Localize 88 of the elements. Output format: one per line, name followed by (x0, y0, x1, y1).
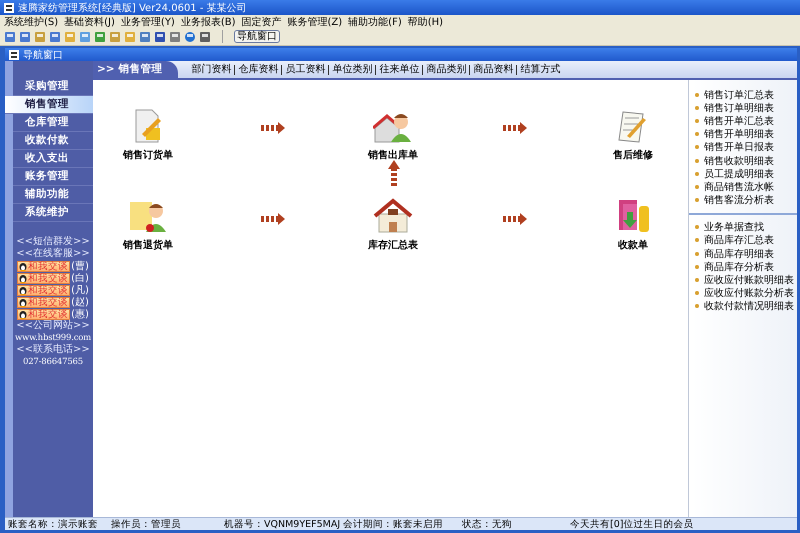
penguin-icon (19, 286, 28, 294)
sidebar-link[interactable]: <<公司网站>> (13, 320, 93, 332)
menu-item[interactable]: 系统维护(S) (4, 14, 58, 28)
bullet-icon (695, 278, 699, 282)
arrow-icon (261, 213, 285, 225)
report-link[interactable]: 销售订单明细表 (704, 100, 774, 115)
bullet-icon (695, 291, 699, 296)
bullet-icon (695, 118, 699, 123)
report-link[interactable]: 员工提成明细表 (704, 166, 774, 181)
header-link[interactable]: 员工资料 (281, 64, 328, 74)
bullet-icon (695, 92, 699, 97)
bullet-icon (695, 158, 699, 163)
contact-name: (白) (71, 272, 89, 285)
header-link[interactable]: 往来单位 (375, 64, 422, 74)
bullet-icon (695, 132, 699, 136)
sidebar-link[interactable]: <<联系电话>> (13, 344, 93, 356)
report-link[interactable]: 销售开单日报表 (704, 140, 774, 154)
report-link[interactable]: 销售客流分析表 (704, 193, 774, 208)
penguin-icon (19, 262, 28, 270)
bullet-icon (695, 225, 699, 230)
arrow-icon (261, 122, 285, 134)
header-link[interactable]: 单位类别 (328, 64, 376, 74)
contact-name: (惠) (71, 308, 89, 320)
header-link[interactable]: 仓库资料 (234, 64, 282, 74)
contact-name: (曹) (71, 260, 89, 273)
report-link[interactable]: 业务单据查找 (704, 220, 764, 234)
status-text: 今天共有[0]位过生日的会员 (569, 518, 694, 530)
report-link[interactable]: 销售开单明细表 (704, 127, 774, 142)
report-link[interactable]: 商品库存明细表 (704, 246, 774, 261)
flow-node-label[interactable]: 收款单 (618, 238, 648, 252)
window-title: 速腾家纺管理系统[经典版] Ver24.0601 - 某某公司 (18, 2, 247, 14)
app-icon (4, 2, 14, 12)
bullet-icon (695, 264, 699, 269)
contact-name: (凡) (71, 284, 89, 296)
menu-item[interactable]: 账务管理(Z) (288, 14, 342, 28)
penguin-icon (19, 274, 28, 282)
contact-name: (赵) (71, 296, 89, 308)
bullet-icon (695, 238, 699, 242)
status-text: 账套名称：演示账套 (7, 518, 99, 530)
flow-node-label[interactable]: 库存汇总表 (368, 238, 418, 252)
menu-item[interactable]: 固定资产 (242, 14, 282, 28)
bullet-icon (695, 106, 699, 110)
bullet-icon (695, 145, 699, 150)
report-link[interactable]: 商品销售流水帐 (704, 180, 774, 194)
arrow-icon (503, 213, 527, 225)
header-link[interactable]: 结算方式 (516, 64, 564, 74)
bullet-icon (695, 304, 699, 308)
report-link[interactable]: 商品库存分析表 (704, 260, 774, 274)
header-link[interactable]: 部门资料 (188, 64, 234, 74)
bullet-icon (695, 198, 699, 202)
status-text: 操作员：管理员 (110, 518, 182, 530)
bullet-icon (695, 252, 699, 256)
arrow-icon (503, 122, 527, 134)
report-link[interactable]: 销售订单汇总表 (704, 88, 774, 102)
report-link[interactable]: 销售收款明细表 (704, 154, 774, 168)
report-link[interactable]: 销售开单汇总表 (704, 114, 774, 128)
status-text: 机器号：VQNM9YEF5MAJ 会计期间：账套未启用 (223, 518, 444, 530)
flow-node-label[interactable]: 售后维修 (613, 148, 653, 162)
penguin-icon (19, 310, 28, 318)
arrow-icon (388, 160, 400, 186)
house-icon[interactable] (373, 198, 413, 234)
section-title: >> 销售管理 (93, 61, 178, 78)
bullet-icon (695, 172, 699, 176)
menu-item[interactable]: 业务管理(Y) (120, 14, 175, 28)
menu-item[interactable]: 帮助(H) (408, 14, 444, 28)
report-link[interactable]: 收款付款情况明细表 (704, 299, 794, 314)
sidebar-link[interactable]: <<在线客服>> (13, 248, 93, 260)
menu-item[interactable]: 业务报表(B) (180, 14, 236, 28)
sidebar-item[interactable]: 销售管理 (5, 96, 93, 114)
phone-text: 027-86647565 (22, 356, 84, 368)
report-link[interactable]: 应收应付账款明细表 (704, 273, 794, 288)
report-link[interactable]: 应收应付账款分析表 (704, 286, 794, 300)
penguin-icon (19, 298, 28, 306)
menu-item[interactable]: 基础资料(J) (64, 14, 115, 28)
report-link[interactable]: 商品库存汇总表 (704, 233, 774, 248)
bullet-icon (695, 184, 699, 189)
header-link[interactable]: 商品资料 (469, 64, 516, 74)
app-icon (9, 50, 19, 60)
flow-node-label[interactable]: 销售退货单 (123, 238, 173, 252)
status-text: 状态：无狗 (461, 518, 513, 530)
navigation-window-button[interactable]: 导航窗口 (234, 30, 280, 43)
header-link[interactable]: 商品类别 (422, 64, 470, 74)
window-title: 导航窗口 (23, 48, 63, 62)
sidebar-link[interactable]: <<短信群发>> (13, 236, 93, 248)
website-text: www.hbst999.com (14, 332, 92, 344)
flow-node-label[interactable]: 销售出库单 (368, 148, 418, 162)
flow-node-label[interactable]: 销售订货单 (123, 148, 173, 162)
menu-item[interactable]: 辅助功能(F) (348, 14, 402, 28)
